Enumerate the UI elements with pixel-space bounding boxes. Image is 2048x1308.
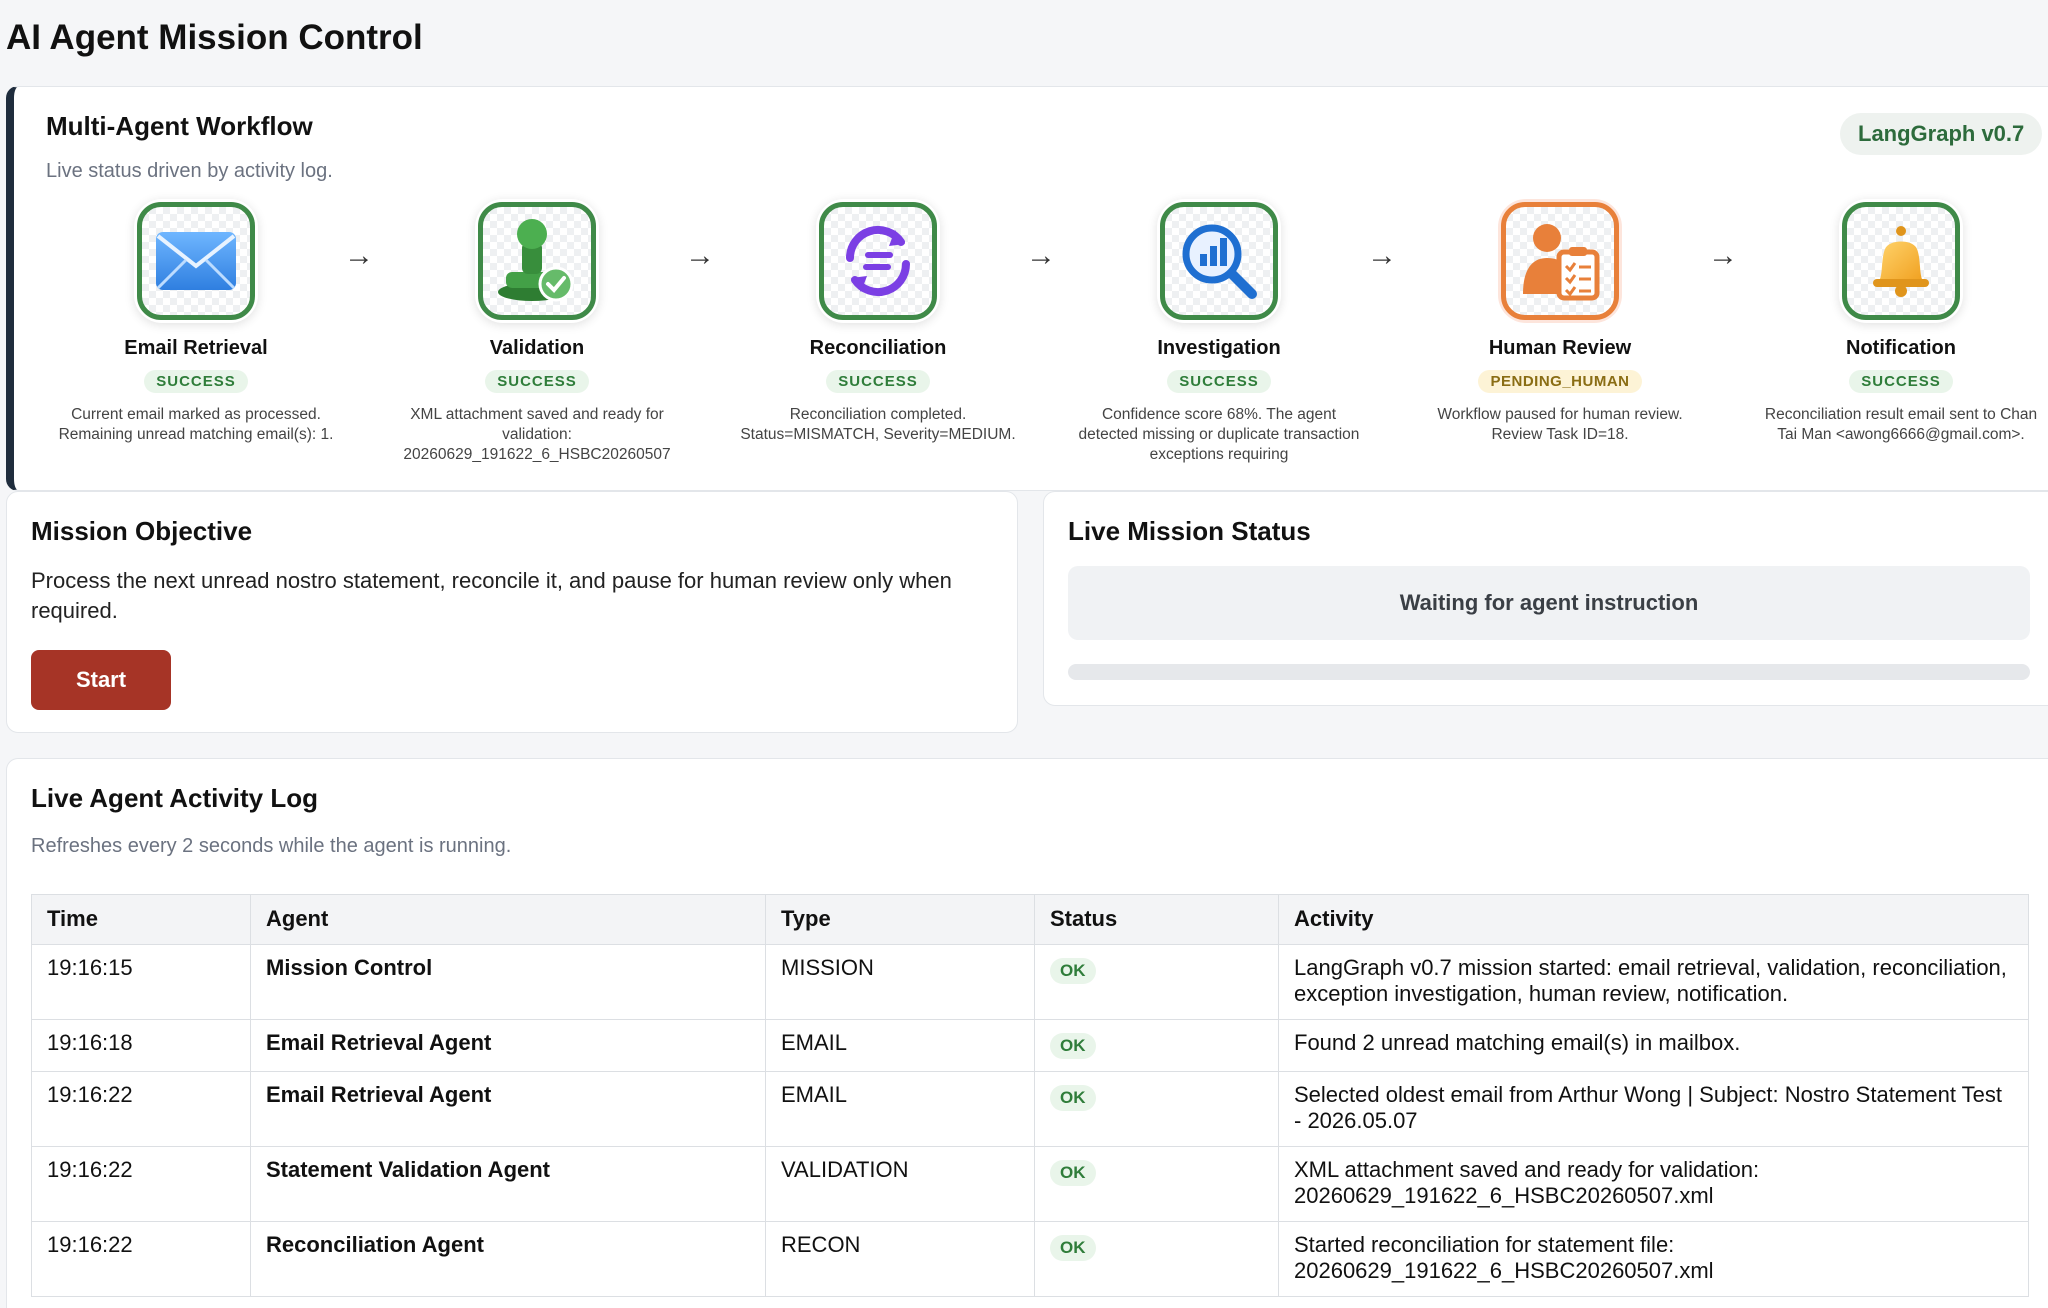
cell-agent: Statement Validation Agent	[250, 1146, 766, 1222]
table-row[interactable]: 19:16:22 Email Retrieval Agent EMAIL OK …	[31, 1071, 2029, 1147]
flow-arrow: →	[1026, 239, 1056, 272]
cell-time: 19:16:22	[31, 1221, 251, 1297]
workflow-node-notification[interactable]: Notification SUCCESS Reconciliation resu…	[1751, 199, 2048, 465]
mission-objective-title: Mission Objective	[31, 516, 253, 546]
chart-search-icon	[1182, 224, 1257, 299]
workflow-subtitle: Live status driven by activity log.	[46, 160, 333, 182]
node-icon-tile	[475, 199, 599, 323]
node-description: Reconciliation result email sent to Chan…	[1764, 406, 2038, 443]
status-badge: OK	[1050, 958, 1096, 984]
cell-status: OK	[1034, 1146, 1279, 1222]
workflow-node-email-retrieval[interactable]: Email Retrieval SUCCESS Current email ma…	[46, 199, 346, 465]
node-description: Reconciliation completed. Status=MISMATC…	[740, 406, 1016, 443]
cell-time: 19:16:15	[31, 944, 251, 1020]
cell-time: 19:16:22	[31, 1071, 251, 1147]
node-status-badge: SUCCESS	[1167, 370, 1271, 393]
node-status-badge: SUCCESS	[826, 370, 930, 393]
node-name: Email Retrieval	[124, 337, 268, 359]
node-description: XML attachment saved and ready for valid…	[403, 406, 671, 463]
status-badge: OK	[1050, 1235, 1096, 1261]
activity-log-table: Time Agent Type Status Activity 19:16:15…	[31, 894, 2029, 1297]
cell-time: 19:16:18	[31, 1019, 251, 1072]
node-status-badge: SUCCESS	[1849, 370, 1953, 393]
cell-status: OK	[1034, 944, 1279, 1020]
column-header-type[interactable]: Type	[765, 894, 1035, 945]
column-header-time[interactable]: Time	[31, 894, 251, 945]
cell-agent: Reconciliation Agent	[250, 1221, 766, 1297]
status-badge: OK	[1050, 1085, 1096, 1111]
version-badge: LangGraph v0.7	[1840, 113, 2043, 155]
cell-type: EMAIL	[765, 1019, 1035, 1072]
flow-arrow: →	[344, 239, 374, 272]
live-status-panel: Live Mission Status Waiting for agent in…	[1043, 491, 2048, 706]
node-name: Reconciliation	[809, 337, 947, 359]
mission-progress-bar	[1068, 664, 2030, 680]
flow-arrow: →	[1708, 239, 1738, 272]
node-description: Workflow paused for human review. Review…	[1437, 406, 1683, 443]
cell-activity: Found 2 unread matching email(s) in mail…	[1278, 1019, 2029, 1072]
node-description: Confidence score 68%. The agent detected…	[1078, 406, 1360, 463]
flow-arrow: →	[1367, 239, 1397, 272]
mission-objective-panel: Mission Objective Process the next unrea…	[6, 491, 1018, 733]
start-button[interactable]: Start	[31, 650, 171, 710]
bell-icon	[1873, 226, 1929, 297]
status-badge: OK	[1050, 1033, 1096, 1059]
node-description: Current email marked as processed. Remai…	[58, 406, 334, 443]
cell-type: RECON	[765, 1221, 1035, 1297]
cell-time: 19:16:22	[31, 1146, 251, 1222]
node-name: Human Review	[1488, 337, 1632, 359]
cell-type: EMAIL	[765, 1071, 1035, 1147]
workflow-node-validation[interactable]: Validation SUCCESS XML attachment saved …	[387, 199, 687, 465]
mission-objective-text: Process the next unread nostro statement…	[31, 568, 952, 623]
cell-agent: Mission Control	[250, 944, 766, 1020]
activity-log-subtitle: Refreshes every 2 seconds while the agen…	[31, 835, 512, 857]
node-name: Validation	[489, 337, 585, 359]
cell-status: OK	[1034, 1071, 1279, 1147]
column-header-activity[interactable]: Activity	[1278, 894, 2029, 945]
workflow-node-investigation[interactable]: Investigation SUCCESS Confidence score 6…	[1069, 199, 1369, 465]
column-header-status[interactable]: Status	[1034, 894, 1279, 945]
workflow-title: Multi-Agent Workflow	[46, 111, 313, 141]
node-icon-tile	[134, 199, 258, 323]
cell-agent: Email Retrieval Agent	[250, 1019, 766, 1072]
envelope-icon	[156, 232, 236, 290]
cell-agent: Email Retrieval Agent	[250, 1071, 766, 1147]
sync-icon	[846, 226, 910, 296]
page-title: AI Agent Mission Control	[6, 18, 423, 57]
table-row[interactable]: 19:16:22 Reconciliation Agent RECON OK S…	[31, 1221, 2029, 1297]
reviewer-icon	[1523, 224, 1600, 301]
status-badge: OK	[1050, 1160, 1096, 1186]
live-status-message: Waiting for agent instruction	[1068, 566, 2030, 640]
flow-arrow: →	[685, 239, 715, 272]
table-row[interactable]: 19:16:22 Statement Validation Agent VALI…	[31, 1146, 2029, 1222]
table-row[interactable]: 19:16:18 Email Retrieval Agent EMAIL OK …	[31, 1019, 2029, 1072]
workflow-node-human-review[interactable]: Human Review PENDING_HUMAN Workflow paus…	[1410, 199, 1710, 465]
cell-activity: LangGraph v0.7 mission started: email re…	[1278, 944, 2029, 1020]
node-icon-tile	[1498, 199, 1622, 323]
cell-type: MISSION	[765, 944, 1035, 1020]
activity-log-title: Live Agent Activity Log	[31, 783, 318, 813]
column-header-agent[interactable]: Agent	[250, 894, 766, 945]
stamp-icon	[498, 219, 574, 302]
cell-activity: Selected oldest email from Arthur Wong |…	[1278, 1071, 2029, 1147]
cell-status: OK	[1034, 1019, 1279, 1072]
node-status-badge: SUCCESS	[485, 370, 589, 393]
table-row[interactable]: 19:16:15 Mission Control MISSION OK Lang…	[31, 944, 2029, 1020]
table-header-row: Time Agent Type Status Activity	[31, 894, 2029, 945]
node-icon-tile	[1839, 199, 1963, 323]
workflow-panel: Multi-Agent Workflow Live status driven …	[6, 86, 2048, 491]
cell-activity: XML attachment saved and ready for valid…	[1278, 1146, 2029, 1222]
node-status-badge: PENDING_HUMAN	[1478, 370, 1642, 393]
live-status-title: Live Mission Status	[1068, 516, 1311, 546]
node-name: Notification	[1846, 337, 1956, 359]
cell-activity: Started reconciliation for statement fil…	[1278, 1221, 2029, 1297]
node-status-badge: SUCCESS	[144, 370, 248, 393]
cell-status: OK	[1034, 1221, 1279, 1297]
workflow-node-reconciliation[interactable]: Reconciliation SUCCESS Reconciliation co…	[728, 199, 1028, 465]
node-name: Investigation	[1157, 337, 1281, 359]
cell-type: VALIDATION	[765, 1146, 1035, 1222]
activity-log-panel: Live Agent Activity Log Refreshes every …	[6, 758, 2048, 1308]
node-icon-tile	[816, 199, 940, 323]
node-icon-tile	[1157, 199, 1281, 323]
